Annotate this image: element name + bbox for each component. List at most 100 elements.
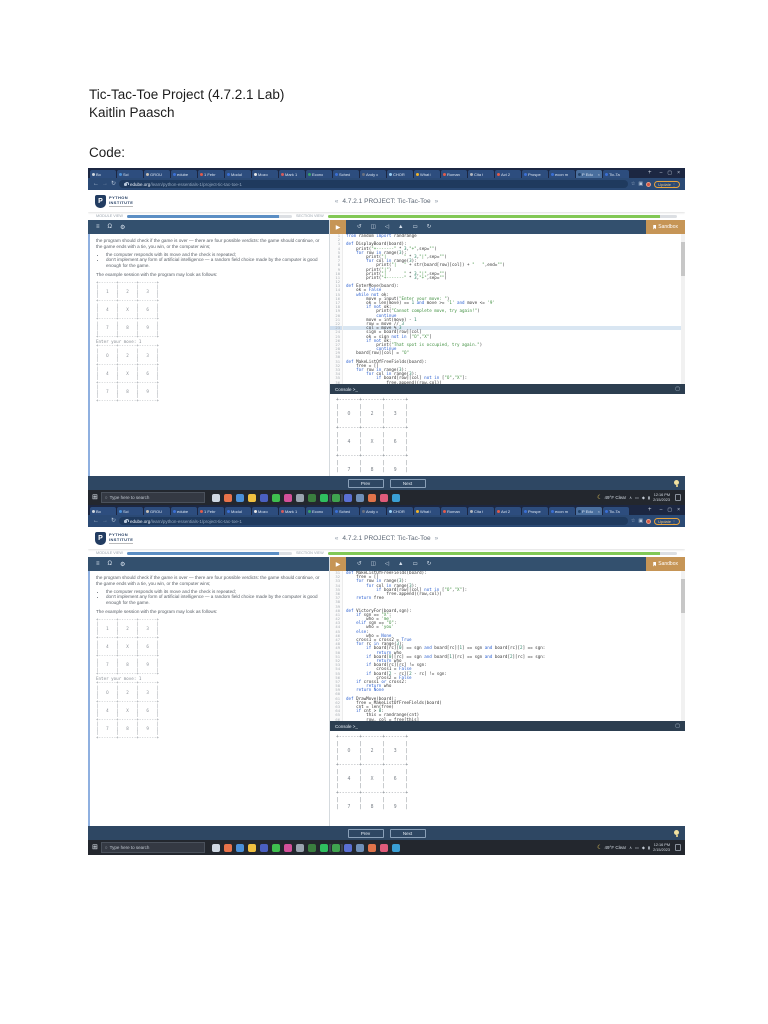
taskbar-icon-teams[interactable]: [259, 493, 268, 502]
browser-tab[interactable]: Bo: [90, 170, 116, 178]
taskbar-icon-file-explorer[interactable]: [247, 843, 256, 852]
browser-tab[interactable]: Mozo: [252, 170, 278, 178]
browser-tab[interactable]: Modul: [225, 170, 251, 178]
hint-lightbulb-icon[interactable]: [674, 830, 679, 837]
browser-tab[interactable]: econ m: [549, 507, 575, 515]
profile-avatar[interactable]: [646, 518, 652, 524]
taskbar-icon-obs[interactable]: [307, 493, 316, 502]
share-icon[interactable]: ◁: [385, 561, 389, 567]
taskbar-icon-edge[interactable]: [391, 493, 400, 502]
volume-icon[interactable]: ◆: [642, 845, 645, 850]
folder-icon[interactable]: ▭: [413, 561, 418, 567]
reload-icon[interactable]: ↻: [111, 181, 116, 187]
browser-tab[interactable]: GROU: [144, 170, 170, 178]
taskbar-icon-onedrive[interactable]: [355, 843, 364, 852]
battery-icon[interactable]: ▮: [648, 845, 650, 850]
history-icon[interactable]: ↺: [357, 561, 362, 567]
browser-tab[interactable]: Act 2: [495, 507, 521, 515]
taskbar-icon-clipchamp[interactable]: [283, 493, 292, 502]
taskbar-icon-chrome[interactable]: [235, 843, 244, 852]
taskbar-icon-settings[interactable]: [295, 843, 304, 852]
browser-tab[interactable]: Sci: [117, 170, 143, 178]
taskbar-icon-teams[interactable]: [259, 843, 268, 852]
code-line[interactable]: 36 free.append((row,col)): [330, 380, 685, 384]
next-section-arrow-icon[interactable]: »: [435, 198, 439, 205]
browser-tab[interactable]: Sched: [333, 507, 359, 515]
browser-tab[interactable]: Roman: [441, 507, 467, 515]
reset-icon[interactable]: ↻: [427, 561, 432, 567]
upload-icon[interactable]: ▲: [398, 561, 403, 567]
sandbox-button[interactable]: Sandbox: [646, 220, 685, 234]
network-icon[interactable]: ▭: [635, 495, 639, 500]
taskbar-icon-task-view[interactable]: [211, 493, 220, 502]
upload-icon[interactable]: ▲: [398, 224, 403, 230]
weather-widget[interactable]: ☾ 49°F Clear: [597, 845, 626, 851]
taskbar-icon-gitkraken[interactable]: [379, 493, 388, 502]
taskbar-icon-file-explorer[interactable]: [247, 493, 256, 502]
browser-tab[interactable]: CHOR: [387, 507, 413, 515]
browser-tab[interactable]: Tic-Ta: [603, 507, 629, 515]
notification-center-icon[interactable]: [675, 844, 681, 851]
browser-tab[interactable]: Mark 1: [279, 507, 305, 515]
taskbar-icon-spotify[interactable]: [319, 493, 328, 502]
panel-scrollbar[interactable]: [88, 234, 90, 476]
browser-tab[interactable]: Sci: [117, 507, 143, 515]
editor-scrollbar-thumb[interactable]: [681, 242, 685, 276]
reload-icon[interactable]: ↻: [111, 518, 116, 524]
notifications-bell-icon[interactable]: Ω: [108, 561, 113, 567]
hidden-icons-caret-icon[interactable]: ∧: [629, 845, 632, 850]
taskbar-icon-gitkraken[interactable]: [379, 843, 388, 852]
forward-icon[interactable]: →: [102, 518, 108, 524]
taskbar-icon-discord[interactable]: [343, 843, 352, 852]
taskbar-icon-onedrive[interactable]: [355, 493, 364, 502]
browser-tab[interactable]: CHOR: [387, 170, 413, 178]
next-page-button[interactable]: Next: [389, 478, 426, 488]
browser-tab[interactable]: Tic-Ta: [603, 170, 629, 178]
browser-update-button[interactable]: Update ⋮: [654, 180, 680, 188]
network-icon[interactable]: ▭: [635, 845, 639, 850]
browser-tab[interactable]: 1 Febr: [198, 170, 224, 178]
taskbar-icon-photos[interactable]: [223, 843, 232, 852]
taskbar-icon-spotify[interactable]: [319, 843, 328, 852]
back-icon[interactable]: ←: [93, 181, 99, 187]
python-institute-logo[interactable]: P PYTHON INSTITUTE: [95, 531, 134, 545]
browser-tab[interactable]: Mozo: [252, 507, 278, 515]
extensions-icon[interactable]: ▣: [638, 181, 643, 187]
url-input[interactable]: edube.org/learn/python-essentials-1/proj…: [119, 517, 628, 525]
browser-tab[interactable]: Mark 1: [279, 170, 305, 178]
menu-icon[interactable]: ≡: [96, 224, 100, 230]
taskbar-icon-chrome[interactable]: [235, 493, 244, 502]
taskbar-icon-edge[interactable]: [391, 843, 400, 852]
code-line[interactable]: 66 row, col = free[this]: [330, 717, 685, 721]
copy-icon[interactable]: ◫: [371, 561, 376, 567]
browser-tab[interactable]: P Edu ×: [576, 170, 602, 178]
browser-tab[interactable]: Roman: [441, 170, 467, 178]
bookmark-star-icon[interactable]: ☆: [631, 518, 635, 524]
browser-tab[interactable]: edube: [171, 170, 197, 178]
close-icon[interactable]: ×: [677, 507, 680, 513]
maximize-icon[interactable]: ▢: [667, 507, 672, 513]
browser-tab[interactable]: Cita f: [468, 170, 494, 178]
taskbar-icon-whatsapp[interactable]: [271, 493, 280, 502]
browser-tab[interactable]: What i: [414, 170, 440, 178]
browser-tab[interactable]: Act 2: [495, 170, 521, 178]
notification-center-icon[interactable]: [675, 494, 681, 501]
battery-icon[interactable]: ▮: [648, 495, 650, 500]
taskbar-search-input[interactable]: ○ Type here to search: [100, 842, 205, 853]
run-code-button[interactable]: ▶: [330, 557, 346, 571]
browser-tab[interactable]: 1 Febr: [198, 507, 224, 515]
taskbar-icon-obs[interactable]: [307, 843, 316, 852]
taskbar-clock[interactable]: 12:16 PM 2/15/2023: [653, 493, 670, 502]
taskbar-icon-powerpoint[interactable]: [367, 493, 376, 502]
next-section-arrow-icon[interactable]: »: [435, 535, 439, 542]
browser-tab[interactable]: edube: [171, 507, 197, 515]
copy-icon[interactable]: ◫: [371, 224, 376, 230]
maximize-icon[interactable]: ▢: [667, 170, 672, 176]
forward-icon[interactable]: →: [102, 181, 108, 187]
profile-avatar[interactable]: [646, 181, 652, 187]
code-editor[interactable]: 1 from random import randrange 2 3 def Displ…: [330, 234, 685, 384]
taskbar-search-input[interactable]: ○ Type here to search: [100, 492, 205, 503]
taskbar-icon-settings[interactable]: [295, 493, 304, 502]
tab-close-icon[interactable]: ×: [598, 172, 600, 177]
browser-tab[interactable]: Andy o: [360, 170, 386, 178]
